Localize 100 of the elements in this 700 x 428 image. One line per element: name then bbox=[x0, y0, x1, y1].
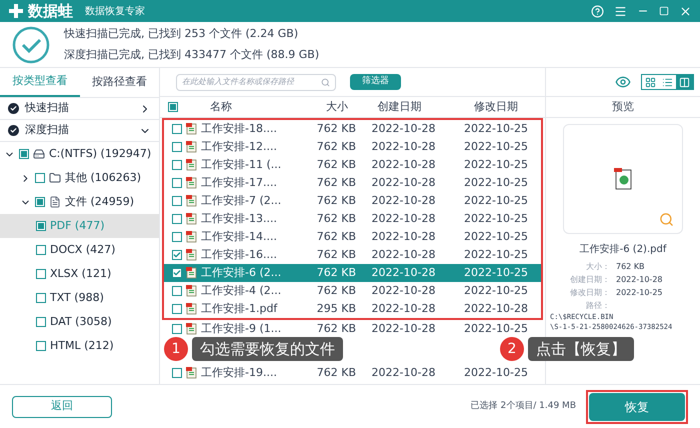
checkbox[interactable] bbox=[168, 102, 178, 112]
file-name: 工作安排-11 (... bbox=[201, 156, 282, 173]
checkbox[interactable] bbox=[172, 368, 182, 378]
file-size: 762 KB bbox=[316, 140, 356, 153]
close-icon[interactable] bbox=[679, 4, 692, 18]
checkbox[interactable] bbox=[35, 173, 45, 183]
checkbox[interactable] bbox=[172, 178, 182, 188]
pdf-file-icon bbox=[186, 141, 197, 153]
file-row[interactable]: 工作安排-11 (... 762 KB 2022-10-28 2022-10-25 bbox=[164, 156, 541, 174]
checkbox[interactable] bbox=[172, 214, 182, 224]
created-date: 2022-10-28 bbox=[372, 248, 436, 261]
tree-label: 其他 (106263) bbox=[65, 170, 142, 186]
checkbox[interactable] bbox=[35, 197, 45, 207]
checkbox[interactable] bbox=[172, 250, 182, 260]
maximize-icon[interactable] bbox=[659, 6, 669, 16]
checkbox[interactable] bbox=[172, 160, 182, 170]
file-row[interactable]: 工作安排-9 (1... 762 KB 2022-10-28 2022-10-25 bbox=[164, 320, 541, 338]
column-header[interactable]: 修改日期 bbox=[474, 100, 518, 113]
back-button[interactable]: 返回 bbox=[12, 396, 112, 418]
filter-button[interactable]: 筛选器 bbox=[350, 74, 401, 90]
checkbox[interactable] bbox=[172, 324, 182, 334]
tree-item[interactable]: 文件 (24959) bbox=[0, 190, 159, 214]
checkbox[interactable] bbox=[172, 142, 182, 152]
created-date: 2022-10-28 bbox=[372, 176, 436, 189]
tree-item[interactable]: C:(NTFS) (192947) bbox=[0, 142, 159, 166]
checkbox[interactable] bbox=[172, 232, 182, 242]
eye-icon[interactable] bbox=[615, 74, 631, 90]
tree-item[interactable]: XLSX (121) bbox=[0, 262, 159, 286]
detail-label: 路径： bbox=[585, 300, 610, 312]
column-header[interactable]: 创建日期 bbox=[378, 100, 422, 113]
tree-item[interactable]: 其他 (106263) bbox=[0, 166, 159, 190]
checkbox[interactable] bbox=[172, 196, 182, 206]
created-date: 2022-10-28 bbox=[372, 212, 436, 225]
checkbox[interactable] bbox=[36, 317, 46, 327]
file-row[interactable]: 工作安排-4 (2... 762 KB 2022-10-28 2022-10-25 bbox=[164, 282, 541, 300]
checkbox[interactable] bbox=[36, 245, 46, 255]
modified-date: 2022-10-25 bbox=[464, 158, 528, 171]
menu-icon[interactable] bbox=[614, 4, 627, 18]
file-row[interactable]: 工作安排-13.... 762 KB 2022-10-28 2022-10-25 bbox=[164, 210, 541, 228]
checkbox[interactable] bbox=[172, 286, 182, 296]
pdf-file-icon bbox=[186, 323, 197, 335]
tree-item[interactable]: TXT (988) bbox=[0, 286, 159, 310]
view-tab[interactable]: 按类型查看 bbox=[0, 68, 80, 97]
modified-date: 2022-10-25 bbox=[464, 212, 528, 225]
tree-label: HTML (212) bbox=[50, 338, 114, 354]
modified-date: 2022-10-25 bbox=[464, 266, 528, 279]
detail-label: 修改日期： bbox=[569, 287, 610, 299]
scan-item[interactable]: 快速扫描 bbox=[0, 98, 159, 120]
tree-item[interactable]: DOCX (427) bbox=[0, 238, 159, 262]
file-row[interactable]: 工作安排-7 (2... 762 KB 2022-10-28 2022-10-25 bbox=[164, 192, 541, 210]
tree-item[interactable]: DAT (3058) bbox=[0, 310, 159, 334]
step-number: 1 bbox=[164, 337, 188, 361]
created-date: 2022-10-28 bbox=[372, 158, 436, 171]
created-date: 2022-10-28 bbox=[372, 366, 436, 379]
modified-date: 2022-10-25 bbox=[464, 194, 528, 207]
app-subtitle: 数据恢复专家 bbox=[85, 4, 145, 18]
created-date: 2022-10-28 bbox=[372, 122, 436, 135]
file-row[interactable]: 工作安排-14.... 762 KB 2022-10-28 2022-10-25 bbox=[164, 228, 541, 246]
checkbox[interactable] bbox=[36, 221, 46, 231]
search-field[interactable]: 在此处输入文件名称或保存路径 bbox=[176, 74, 336, 90]
column-header[interactable]: 名称 bbox=[210, 100, 232, 113]
file-name: 工作安排-14.... bbox=[201, 228, 277, 245]
checkbox[interactable] bbox=[172, 268, 182, 278]
tree-item[interactable]: HTML (212) bbox=[0, 334, 159, 358]
created-date: 2022-10-28 bbox=[372, 322, 436, 335]
file-row[interactable]: 工作安排-6 (2... 762 KB 2022-10-28 2022-10-25 bbox=[164, 264, 541, 282]
file-name: 工作安排-17.... bbox=[201, 174, 277, 191]
file-row[interactable]: 工作安排-1.pdf 295 KB 2022-10-28 2022-10-28 bbox=[164, 300, 541, 318]
modified-date: 2022-10-25 bbox=[464, 284, 528, 297]
checkbox[interactable] bbox=[172, 124, 182, 134]
help-icon[interactable] bbox=[591, 4, 604, 18]
magnifier-icon[interactable] bbox=[659, 212, 674, 227]
view-tab[interactable]: 按路径查看 bbox=[80, 68, 159, 97]
file-row[interactable]: 工作安排-19.... 762 KB 2022-10-28 2022-10-25 bbox=[164, 364, 541, 382]
scan-item[interactable]: 深度扫描 bbox=[0, 120, 159, 142]
pdf-file-icon bbox=[186, 303, 197, 315]
check-badge-icon bbox=[8, 125, 19, 136]
app-name: 数据蛙 bbox=[28, 0, 73, 22]
detail-label: 创建日期： bbox=[569, 274, 610, 286]
file-row[interactable]: 工作安排-18.... 762 KB 2022-10-28 2022-10-25 bbox=[164, 120, 541, 138]
column-header[interactable]: 大小 bbox=[326, 100, 348, 113]
checkbox[interactable] bbox=[19, 149, 29, 159]
checkbox[interactable] bbox=[172, 304, 182, 314]
pdf-file-icon bbox=[186, 123, 197, 135]
tree-label: TXT (988) bbox=[50, 290, 104, 306]
file-size: 762 KB bbox=[316, 176, 356, 189]
file-row[interactable]: 工作安排-16.... 762 KB 2022-10-28 2022-10-25 bbox=[164, 246, 541, 264]
checkbox[interactable] bbox=[36, 269, 46, 279]
file-size: 295 KB bbox=[316, 302, 356, 315]
recover-button[interactable]: 恢复 bbox=[589, 392, 685, 420]
modified-date: 2022-10-25 bbox=[464, 140, 528, 153]
created-date: 2022-10-28 bbox=[372, 266, 436, 279]
checkbox[interactable] bbox=[36, 293, 46, 303]
view-mode-button[interactable] bbox=[676, 75, 693, 89]
file-row[interactable]: 工作安排-17.... 762 KB 2022-10-28 2022-10-25 bbox=[164, 174, 541, 192]
file-row[interactable]: 工作安排-12.... 762 KB 2022-10-28 2022-10-25 bbox=[164, 138, 541, 156]
search-icon[interactable] bbox=[321, 78, 330, 86]
file-name: 工作安排-7 (2... bbox=[201, 192, 282, 209]
file-name: 工作安排-13.... bbox=[201, 210, 277, 227]
checkbox[interactable] bbox=[36, 341, 46, 351]
